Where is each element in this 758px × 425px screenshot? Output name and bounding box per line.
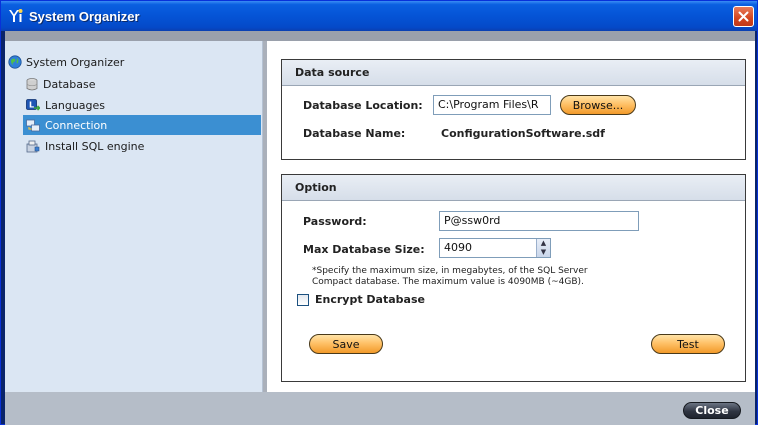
tree-root-system-organizer[interactable]: System Organizer <box>8 55 124 69</box>
sidebar-item-label: Install SQL engine <box>45 139 145 153</box>
client-area: System Organizer Database L Languages Co… <box>5 31 755 425</box>
sidebar-item-label: Database <box>43 77 96 91</box>
password-label: Password: <box>303 215 367 228</box>
sidebar: System Organizer Database L Languages Co… <box>5 41 263 392</box>
install-icon <box>26 140 40 152</box>
app-window: System Organizer System Organizer Databa… <box>0 0 758 425</box>
database-location-label: Database Location: <box>303 99 423 112</box>
sidebar-item-label: Connection <box>45 118 108 132</box>
database-location-input[interactable]: C:\Program Files\R <box>433 95 551 115</box>
footer-bar: Close <box>5 392 755 425</box>
save-button[interactable]: Save <box>309 334 383 354</box>
database-name-value: ConfigurationSoftware.sdf <box>441 127 605 140</box>
window-title: System Organizer <box>29 8 140 24</box>
sidebar-item-languages[interactable]: L Languages <box>23 95 261 115</box>
data-source-header: Data source <box>282 60 745 86</box>
tree-root-label: System Organizer <box>26 55 125 69</box>
sidebar-item-label: Languages <box>45 98 106 112</box>
languages-icon: L <box>26 98 40 111</box>
encrypt-database-label[interactable]: Encrypt Database <box>315 293 425 306</box>
max-size-note-line2: Compact database. The maximum value is 4… <box>312 277 584 287</box>
title-bar[interactable]: System Organizer <box>1 1 757 31</box>
max-database-size-input[interactable]: 4090 <box>439 238 551 258</box>
max-size-note-line1: *Specify the maximum size, in megabytes,… <box>312 266 588 276</box>
database-icon <box>26 77 38 90</box>
svg-text:L: L <box>29 100 34 109</box>
spin-down-icon[interactable]: ▼ <box>537 248 550 257</box>
sidebar-item-connection[interactable]: Connection <box>23 115 261 135</box>
sidebar-item-install-sql-engine[interactable]: Install SQL engine <box>23 136 261 156</box>
connection-icon <box>26 119 40 131</box>
main-panel: Data source Database Location: C:\Progra… <box>267 41 755 392</box>
app-icon <box>7 7 25 25</box>
database-name-label: Database Name: <box>303 127 406 140</box>
spin-up-icon[interactable]: ▲ <box>537 239 550 248</box>
top-strip <box>5 31 755 41</box>
window-close-button[interactable] <box>733 6 754 27</box>
sidebar-item-database[interactable]: Database <box>23 74 261 94</box>
browse-button[interactable]: Browse... <box>560 95 636 115</box>
max-database-size-label: Max Database Size: <box>303 243 425 256</box>
close-button[interactable]: Close <box>683 402 741 419</box>
max-database-size-stepper[interactable]: ▲ ▼ <box>536 239 550 257</box>
close-icon <box>738 11 749 22</box>
globe-icon <box>8 55 22 69</box>
encrypt-database-checkbox[interactable] <box>297 294 309 306</box>
password-input[interactable]: P@ssw0rd <box>439 211 639 231</box>
test-button[interactable]: Test <box>651 334 725 354</box>
option-header: Option <box>282 175 745 201</box>
